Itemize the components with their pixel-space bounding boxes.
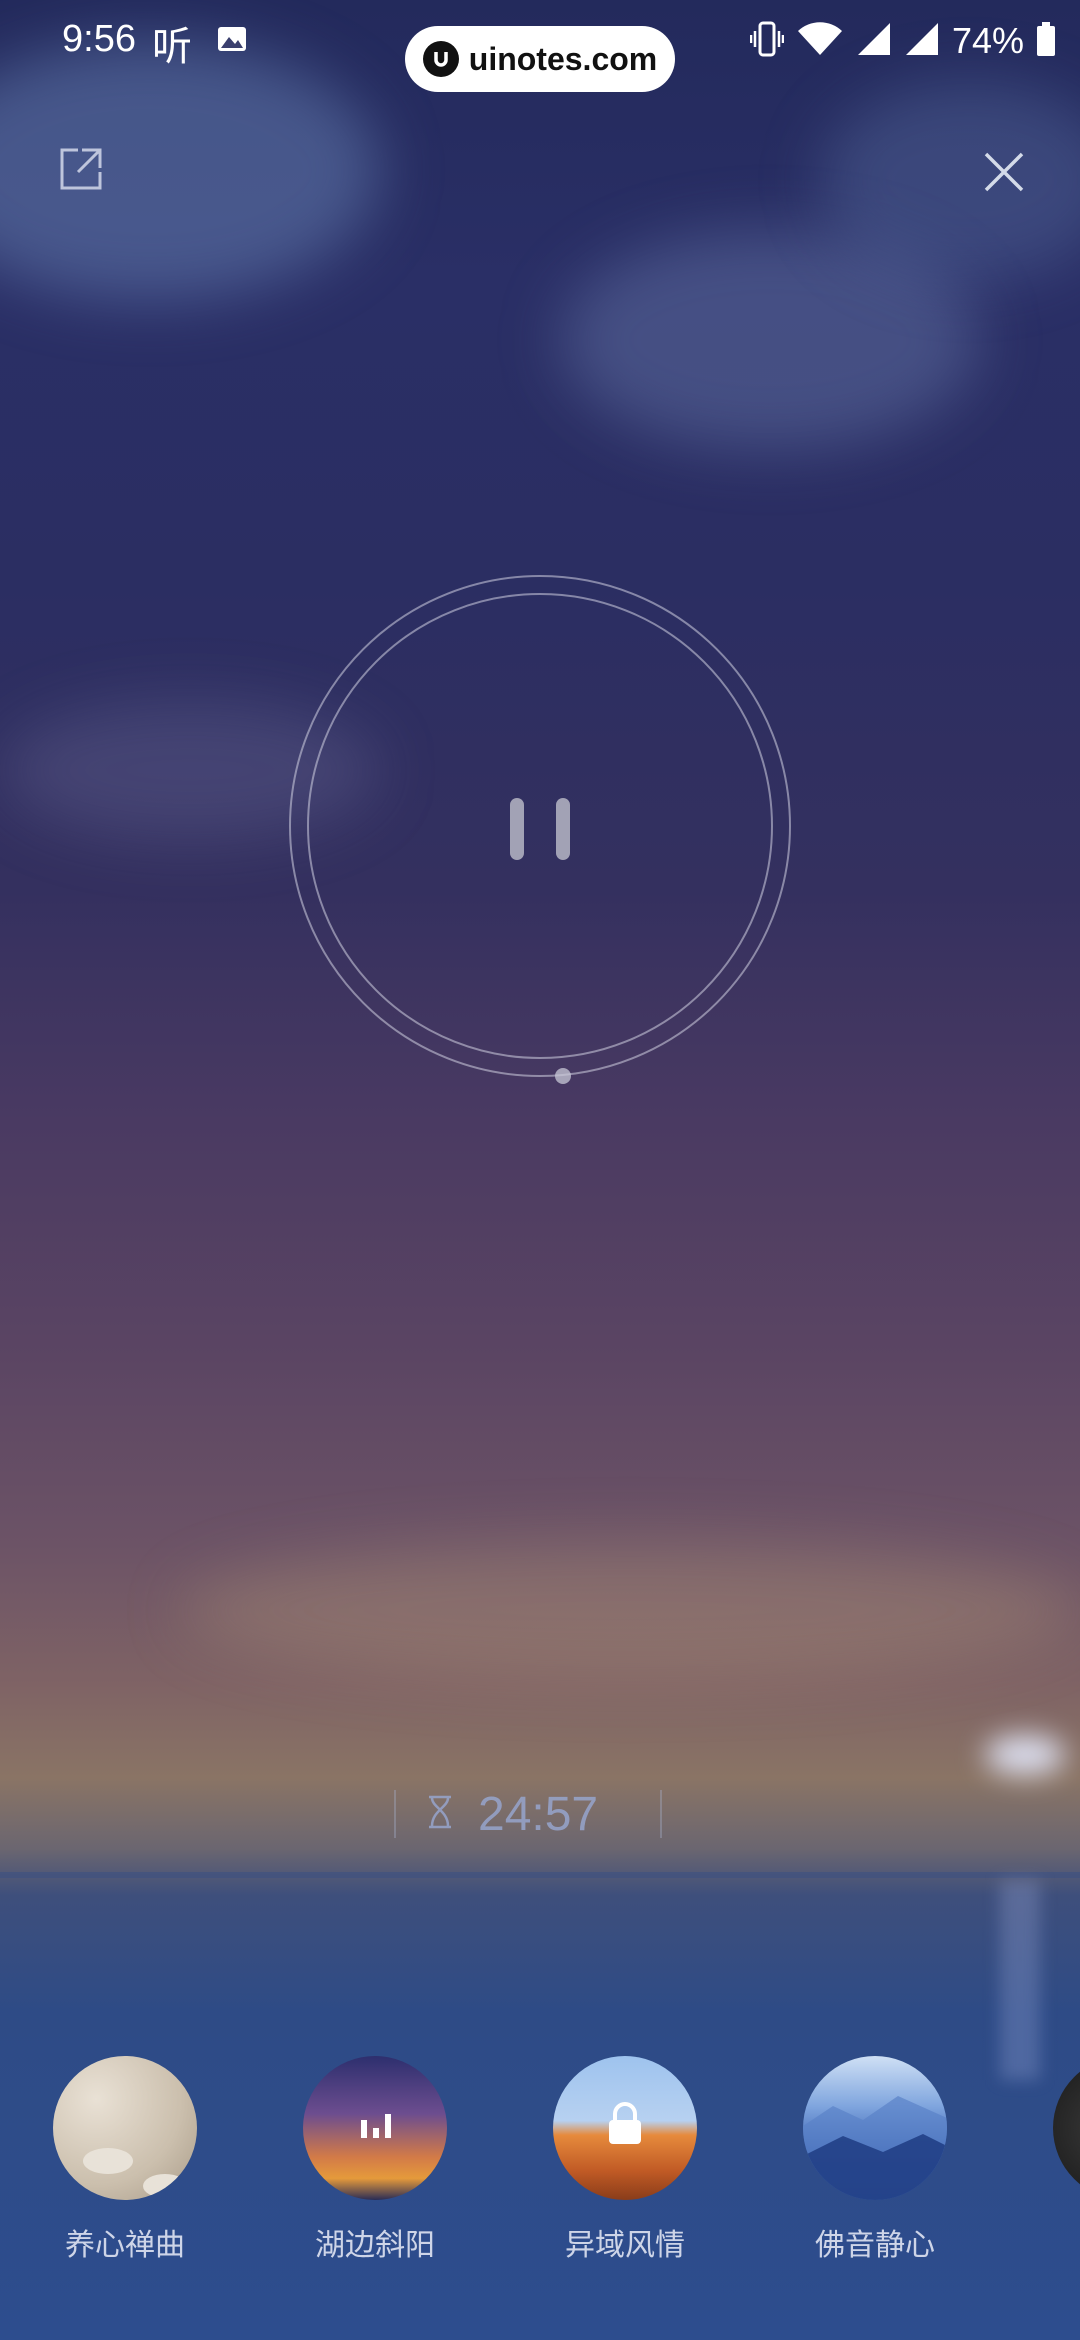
mountain-illustration bbox=[803, 2096, 947, 2200]
scene-item[interactable]: 异域风情 bbox=[550, 2056, 700, 2264]
watermark-text: uinotes.com bbox=[468, 40, 658, 77]
scene-thumbnail bbox=[803, 2056, 947, 2200]
scene-thumbnail bbox=[1053, 2056, 1080, 2200]
share-icon bbox=[60, 148, 102, 190]
scene-item[interactable]: 养心禅曲 bbox=[50, 2056, 200, 2264]
pause-icon bbox=[510, 798, 524, 860]
close-icon bbox=[984, 152, 1024, 192]
hourglass-icon bbox=[426, 1795, 454, 1834]
progress-dot bbox=[555, 1068, 571, 1084]
image-icon bbox=[217, 24, 247, 59]
horizon bbox=[0, 1872, 1080, 1878]
divider bbox=[394, 1790, 396, 1838]
share-button[interactable] bbox=[56, 144, 106, 194]
sleep-timer[interactable]: 24:57 bbox=[394, 1787, 662, 1841]
status-time: 9:56 bbox=[62, 18, 136, 60]
scene-thumbnail bbox=[553, 2056, 697, 2200]
battery-percent: 74% bbox=[951, 20, 1024, 61]
scene-item[interactable]: 湖边斜阳 bbox=[300, 2056, 450, 2264]
signal-icon bbox=[856, 21, 892, 62]
scene-label: 养心禅曲 bbox=[65, 2229, 185, 2262]
wifi-icon bbox=[796, 21, 844, 62]
watermark-pill: uinotes.com bbox=[405, 26, 675, 92]
system-icons: 74% bbox=[749, 20, 1056, 62]
sun bbox=[985, 1735, 1065, 1775]
pause-icon bbox=[556, 798, 570, 860]
battery-icon bbox=[1036, 21, 1056, 62]
sun-reflection bbox=[1000, 1880, 1040, 2080]
vibrate-icon bbox=[749, 21, 785, 62]
status-bar: 9:56 听 uinotes.com 74% bbox=[0, 0, 1080, 92]
divider bbox=[660, 1790, 662, 1838]
lock-icon bbox=[609, 2102, 641, 2144]
scene-label: 佛音静心 bbox=[815, 2229, 935, 2262]
scene-label: 湖边斜阳 bbox=[315, 2229, 435, 2262]
watermark-logo-icon bbox=[422, 41, 459, 77]
equalizer-icon bbox=[361, 2114, 391, 2138]
app-notification-icon: 听 bbox=[152, 25, 192, 69]
scene-item[interactable] bbox=[1050, 2056, 1080, 2200]
scene-thumbnail bbox=[53, 2056, 197, 2200]
sunset-glow bbox=[180, 1540, 1080, 1680]
signal-icon bbox=[904, 21, 940, 62]
close-button[interactable] bbox=[980, 148, 1028, 196]
meditation-player-screen: 9:56 听 uinotes.com 74% 24:57 养心禅曲 湖边斜阳 异… bbox=[0, 0, 1080, 2340]
scene-item[interactable]: 佛音静心 bbox=[800, 2056, 950, 2264]
scene-label: 异域风情 bbox=[565, 2229, 685, 2262]
pause-button[interactable] bbox=[510, 798, 570, 860]
scene-thumbnail bbox=[303, 2056, 447, 2200]
timer-remaining: 24:57 bbox=[478, 1787, 599, 1841]
